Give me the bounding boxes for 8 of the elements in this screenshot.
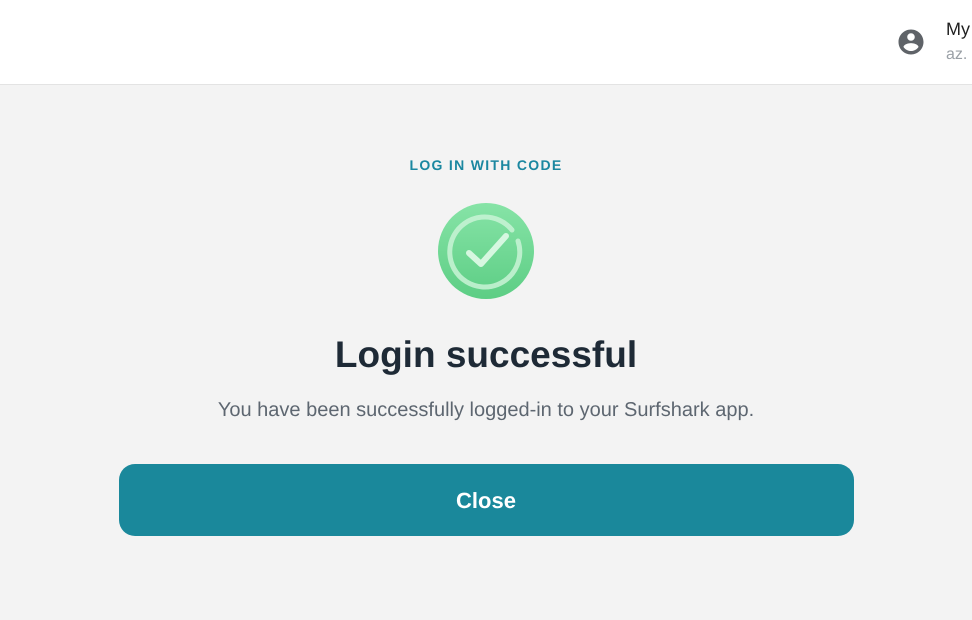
account-label[interactable]: My xyxy=(946,18,970,40)
success-check-icon xyxy=(438,203,534,299)
page-title: Login successful xyxy=(334,333,638,377)
success-message: You have been successfully logged-in to your Surfshark app. xyxy=(218,398,754,423)
account-sublabel: az. xyxy=(946,45,968,65)
eyebrow-heading: LOG IN WITH CODE xyxy=(409,156,562,175)
close-button[interactable]: Close xyxy=(118,464,854,536)
account-icon[interactable] xyxy=(896,27,926,57)
